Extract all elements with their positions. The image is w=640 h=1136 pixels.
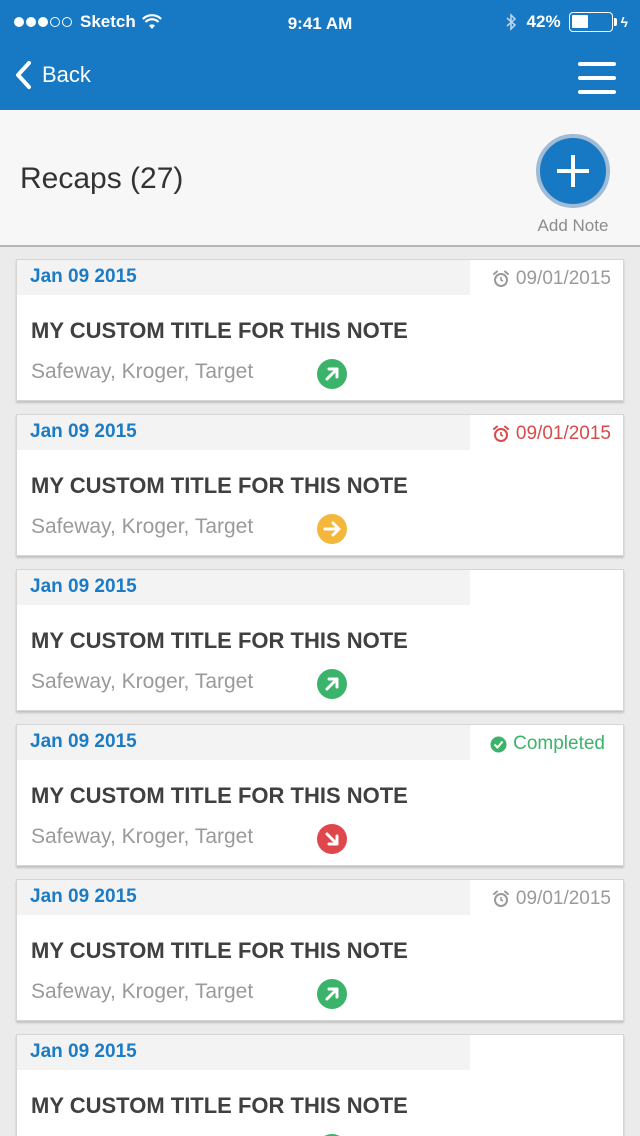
note-title: MY CUSTOM TITLE FOR THIS NOTE	[31, 1093, 408, 1118]
note-stores: Safeway, Kroger, Target	[31, 360, 254, 383]
trend-down-icon	[317, 824, 347, 854]
check-circle-icon	[490, 736, 507, 752]
page-header: Recaps (27) Add Note	[0, 110, 640, 247]
note-title: MY CUSTOM TITLE FOR THIS NOTE	[31, 938, 408, 963]
note-card[interactable]: Jan 09 2015 MY CUSTOM TITLE FOR THIS NOT…	[16, 569, 624, 711]
date-bar: Jan 09 2015	[17, 415, 470, 450]
date-bar: Jan 09 2015	[17, 260, 470, 295]
notes-list: Jan 09 2015 09/01/2015 MY CUSTOM TITLE F…	[0, 247, 640, 1136]
date-bar: Jan 09 2015	[17, 1035, 470, 1070]
date-bar: Jan 09 2015	[17, 880, 470, 915]
note-date: Jan 09 2015	[30, 731, 137, 752]
note-card[interactable]: Jan 09 2015 09/01/2015 MY CUSTOM TITLE F…	[16, 879, 624, 1021]
note-date: Jan 09 2015	[30, 886, 137, 907]
bluetooth-icon	[506, 13, 516, 31]
note-stores: Safeway, Kroger, Target	[31, 980, 254, 1003]
note-card[interactable]: Jan 09 2015 09/01/2015 MY CUSTOM TITLE F…	[16, 414, 624, 556]
date-bar: Jan 09 2015	[17, 725, 470, 760]
note-title: MY CUSTOM TITLE FOR THIS NOTE	[31, 783, 408, 808]
note-card[interactable]: Jan 09 2015 Completed MY CUSTOM TITLE FO…	[16, 724, 624, 866]
reminder-date: 09/01/2015	[492, 888, 611, 910]
reminder-date-text: 09/01/2015	[515, 268, 611, 289]
note-date: Jan 09 2015	[30, 266, 137, 287]
alarm-clock-icon	[492, 425, 509, 442]
note-date: Jan 09 2015	[30, 576, 137, 597]
back-button[interactable]: Back	[14, 60, 91, 90]
note-title: MY CUSTOM TITLE FOR THIS NOTE	[31, 318, 408, 343]
page-title: Recaps (27)	[20, 162, 184, 195]
battery-percent: 42%	[526, 12, 561, 31]
chevron-left-icon	[16, 61, 31, 89]
reminder-date-text: 09/01/2015	[515, 888, 611, 909]
completed-status: Completed	[490, 733, 605, 755]
trend-up-icon	[317, 979, 347, 1009]
status-bar: Sketch 9:41 AM 42% ϟ	[0, 0, 640, 48]
note-stores: Safeway, Kroger, Target	[31, 670, 254, 693]
date-bar: Jan 09 2015	[17, 570, 470, 605]
completed-text: Completed	[513, 733, 605, 754]
note-stores: Safeway, Kroger, Target	[31, 515, 254, 538]
trend-flat-icon	[317, 514, 347, 544]
note-date: Jan 09 2015	[30, 421, 137, 442]
note-stores: Safeway, Kroger, Target	[31, 825, 254, 848]
reminder-date-text: 09/01/2015	[515, 423, 611, 444]
reminder-date: 09/01/2015	[492, 268, 611, 290]
nav-bar: Back	[0, 48, 640, 110]
battery-icon	[568, 12, 617, 32]
top-bar: Sketch 9:41 AM 42% ϟ Back	[0, 0, 640, 110]
reminder-date: 09/01/2015	[492, 423, 611, 445]
note-card[interactable]: Jan 09 2015 09/01/2015 MY CUSTOM TITLE F…	[16, 259, 624, 401]
charging-icon: ϟ	[620, 14, 628, 30]
trend-up-icon	[317, 359, 347, 389]
battery-group: 42% ϟ	[505, 12, 628, 32]
trend-up-icon	[317, 669, 347, 699]
alarm-clock-icon	[492, 270, 509, 287]
note-date: Jan 09 2015	[30, 1041, 137, 1062]
note-title: MY CUSTOM TITLE FOR THIS NOTE	[31, 473, 408, 498]
menu-icon[interactable]	[578, 62, 616, 94]
note-card[interactable]: Jan 09 2015 MY CUSTOM TITLE FOR THIS NOT…	[16, 1034, 624, 1136]
add-note-label[interactable]: Add Note	[520, 216, 626, 236]
alarm-clock-icon	[492, 890, 509, 907]
add-note-button[interactable]	[536, 134, 610, 208]
note-title: MY CUSTOM TITLE FOR THIS NOTE	[31, 628, 408, 653]
back-label: Back	[42, 62, 91, 87]
